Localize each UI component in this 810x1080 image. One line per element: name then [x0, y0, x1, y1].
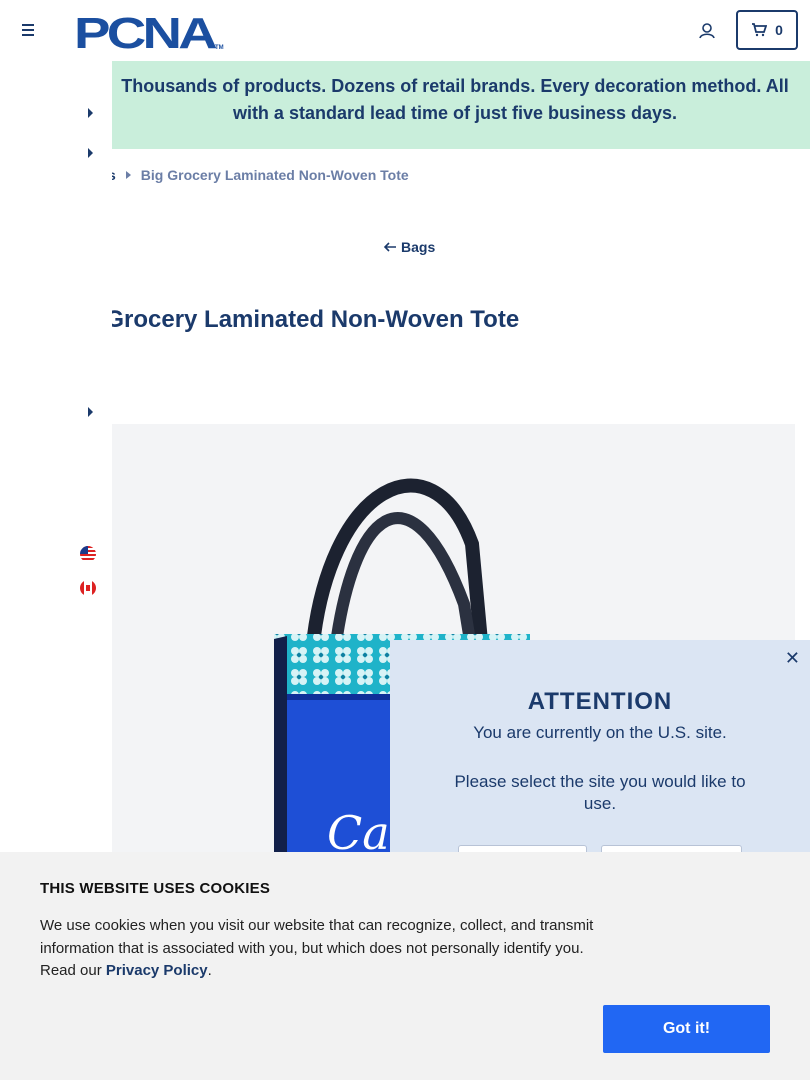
side-menu-drawer — [0, 61, 112, 861]
arrow-left-icon — [383, 242, 396, 252]
cart-count: 0 — [775, 22, 783, 38]
page: PCNA TM 0 Thousands of products. Dozens … — [0, 0, 810, 1080]
close-icon[interactable]: ✕ — [785, 648, 800, 669]
logo-trademark: TM — [215, 45, 224, 51]
cookie-title: THIS WEBSITE USES COOKIES — [40, 880, 271, 897]
back-to-bags-link[interactable]: Bags — [383, 239, 435, 255]
breadcrumb: s Big Grocery Laminated Non-Woven Tote — [108, 167, 409, 183]
product-title: Big Grocery Laminated Non-Woven Tote — [112, 306, 520, 333]
promo-banner: Thousands of products. Dozens of retail … — [0, 61, 810, 149]
account-icon[interactable] — [696, 20, 718, 42]
cookie-banner: THIS WEBSITE USES COOKIES We use cookies… — [0, 852, 810, 1080]
cookie-text: We use cookies when you visit our websit… — [40, 915, 610, 983]
cart-button[interactable]: 0 — [736, 10, 798, 50]
back-link-label: Bags — [401, 239, 436, 255]
modal-title: ATTENTION — [527, 688, 673, 715]
menu-expand-caret-icon[interactable] — [88, 108, 93, 118]
product-title-wrapper: Big Grocery Laminated Non-Woven Tote — [112, 300, 712, 344]
menu-expand-caret-icon[interactable] — [88, 407, 93, 417]
cart-icon — [752, 23, 768, 37]
menu-expand-caret-icon[interactable] — [88, 148, 93, 158]
site-header: PCNA TM 0 — [0, 0, 810, 61]
logo-text: PCNA — [74, 9, 217, 53]
canada-flag-icon[interactable] — [80, 580, 96, 596]
cookie-text-period: . — [207, 962, 212, 979]
got-it-button[interactable]: Got it! — [603, 1005, 770, 1053]
privacy-policy-link[interactable]: Privacy Policy — [106, 962, 208, 979]
pcna-logo[interactable]: PCNA TM — [74, 9, 226, 53]
breadcrumb-separator-icon — [125, 171, 131, 179]
promo-banner-text: Thousands of products. Dozens of retail … — [121, 76, 789, 123]
us-flag-icon[interactable] — [80, 546, 96, 562]
breadcrumb-current: Big Grocery Laminated Non-Woven Tote — [140, 167, 409, 183]
hamburger-menu-icon[interactable] — [18, 20, 38, 40]
modal-select-site-text: Please select the site you would like to… — [454, 772, 746, 813]
modal-current-site-text: You are currently on the U.S. site. — [473, 723, 727, 742]
